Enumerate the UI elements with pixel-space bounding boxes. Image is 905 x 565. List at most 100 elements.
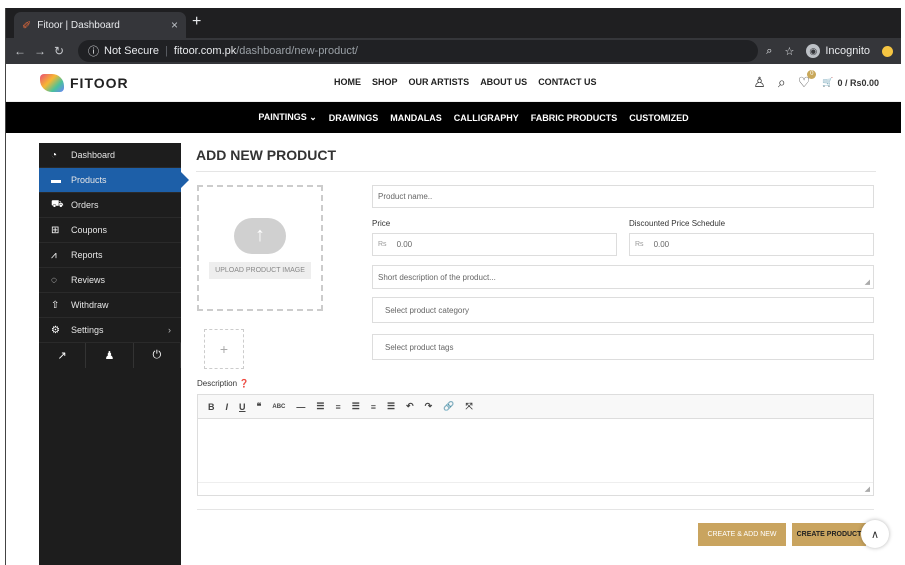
new-tab-button[interactable]: + [192,13,201,31]
align-center-icon[interactable]: ≡ [371,402,376,412]
bold-icon[interactable]: B [208,402,215,412]
cart-button[interactable]: 🛒 0 / Rs0.00 [822,77,879,88]
strikethrough-icon[interactable]: ABC [272,404,285,410]
link-icon[interactable]: 🔗 [443,401,454,412]
browser-tab[interactable]: ✐ Fitoor | Dashboard × [14,12,186,38]
sidebar-item-label: Orders [71,200,99,210]
sidebar-item-withdraw[interactable]: ⇧ Withdraw [39,293,181,318]
nav-contact-us[interactable]: CONTACT US [538,77,596,87]
category-fabric-products[interactable]: FABRIC PRODUCTS [531,113,618,123]
scroll-to-top-button[interactable]: ∧ [861,520,889,548]
category-drawings[interactable]: DRAWINGS [329,113,379,123]
info-icon[interactable]: ⓘ [88,43,99,59]
bullet-list-icon[interactable]: ☰ [316,401,324,412]
short-description-placeholder: Short description of the product... [378,272,496,282]
discount-price-input[interactable]: Rs 0.00 [629,233,874,256]
product-image-upload[interactable]: ↑ UPLOAD PRODUCT IMAGE [197,185,323,311]
user-icon[interactable]: ♟ [86,343,134,368]
italic-icon[interactable]: I [226,402,229,412]
category-paintings[interactable]: PAINTINGS ⌄ [258,112,316,123]
sidebar-actions: ↗ ♟ ⏻ [39,343,181,368]
gift-icon: ⊞ [51,224,60,236]
sidebar-item-label: Products [71,175,107,185]
nav-shop[interactable]: SHOP [372,77,398,87]
upload-icon: ⇧ [51,299,60,311]
search-icon[interactable]: ⌕ [778,74,786,91]
sidebar-item-products[interactable]: ▬ Products [39,168,189,193]
site-logo[interactable]: FITOOR [40,74,129,92]
description-textarea[interactable] [198,419,873,483]
sidebar-item-label: Coupons [71,225,108,235]
cloud-upload-icon: ↑ [234,217,286,254]
resize-handle-icon[interactable]: ◢ [865,278,870,286]
add-product-form: ADD NEW PRODUCT ↑ UPLOAD PRODUCT IMAGE +… [196,143,889,548]
sidebar-item-reviews[interactable]: ◌ Reviews [39,268,181,293]
url-separator: | [165,45,168,57]
chart-icon: ⩘ [51,249,57,261]
sidebar-item-orders[interactable]: ⛟ Orders [39,193,181,218]
category-calligraphy[interactable]: CALLIGRAPHY [454,113,519,123]
sidebar-item-label: Withdraw [71,300,109,310]
nav-home[interactable]: HOME [334,77,361,87]
price-input[interactable]: Rs 0.00 [372,233,617,256]
back-arrow-icon[interactable]: ← [14,44,34,58]
account-icon[interactable]: ♙ [753,74,766,91]
sidebar-item-dashboard[interactable]: ◔ Dashboard [39,143,181,168]
wishlist-button[interactable]: ♡ 0 [798,70,817,91]
discount-currency: Rs [635,241,644,248]
sidebar-item-label: Settings [71,325,104,335]
create-product-button[interactable]: CREATE PRODUCT [792,523,866,546]
cart-icon: 🛒 [822,77,834,87]
sidebar-item-reports[interactable]: ⩘ Reports [39,243,181,268]
logo-mark-icon [40,74,64,92]
site-header: FITOOR HOME SHOP OUR ARTISTS ABOUT US CO… [6,64,901,102]
reload-icon[interactable]: ↻ [54,44,74,58]
create-and-add-new-button[interactable]: CREATE & ADD NEW [698,523,786,546]
wishlist-count-badge: 0 [807,70,817,79]
forward-arrow-icon[interactable]: → [34,44,54,58]
description-label-wrap: Description ❓ [197,379,249,388]
short-description-input[interactable]: Short description of the product... ◢ [372,265,874,289]
dashboard-sidebar: ◔ Dashboard ▬ Products ⛟ Orders ⊞ Coupon… [39,143,189,565]
nav-our-artists[interactable]: OUR ARTISTS [409,77,470,87]
align-right-icon[interactable]: ☰ [387,401,395,412]
incognito-indicator[interactable]: ◉ Incognito [806,44,870,58]
sidebar-item-coupons[interactable]: ⊞ Coupons [39,218,181,243]
underline-icon[interactable]: U [239,402,246,412]
undo-icon[interactable]: ↶ [406,401,414,412]
url-field[interactable]: ⓘ Not Secure | fitoor.com.pk/dashboard/n… [78,40,759,62]
zoom-icon[interactable]: ⌕ [766,45,772,58]
blockquote-icon[interactable]: ❝ [257,401,262,412]
product-tags-select[interactable]: Select product tags [372,334,874,360]
redo-icon[interactable]: ↷ [425,401,433,412]
numbered-list-icon[interactable]: ≡ [335,402,340,412]
power-icon[interactable]: ⏻ [134,343,181,368]
gallery-add-image-button[interactable]: + [204,329,244,369]
category-mandalas[interactable]: MANDALAS [390,113,442,123]
chevron-up-icon: ∧ [870,528,880,541]
align-left-icon[interactable]: ☰ [352,401,360,412]
price-placeholder: 0.00 [396,240,413,249]
chevron-right-icon: › [168,325,171,335]
discount-placeholder: 0.00 [653,240,670,249]
nav-about-us[interactable]: ABOUT US [480,77,527,87]
url-path: /dashboard/new-product/ [236,45,358,57]
category-customized[interactable]: CUSTOMIZED [629,113,688,123]
product-category-select[interactable]: Select product category [372,297,874,323]
product-name-input[interactable]: Product name.. [372,185,874,208]
comments-icon: ◌ [51,274,57,286]
upload-image-button[interactable]: UPLOAD PRODUCT IMAGE [209,261,311,279]
category-nav: PAINTINGS ⌄ DRAWINGS MANDALAS CALLIGRAPH… [6,102,901,133]
description-label: Description [197,379,238,388]
tab-close-icon[interactable]: × [171,18,178,32]
help-icon[interactable]: ❓ [239,379,249,388]
editor-resize-icon[interactable]: ◢ [865,485,870,493]
fullscreen-icon[interactable]: ⤧ [465,401,472,412]
external-link-icon[interactable]: ↗ [39,343,87,368]
profile-avatar[interactable] [882,45,893,57]
horizontal-line-icon[interactable]: — [296,402,305,412]
bookmark-star-icon[interactable]: ☆ [784,45,794,58]
form-divider [197,509,874,510]
sidebar-item-settings[interactable]: ⚙ Settings › [39,318,181,343]
price-currency: Rs [378,241,387,248]
